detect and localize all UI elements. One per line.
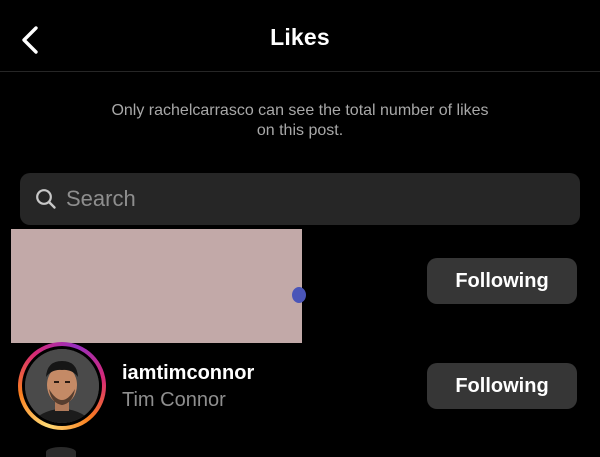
top-bar: Likes — [0, 0, 600, 72]
search-bar[interactable] — [20, 173, 580, 225]
redacted-user-info — [11, 229, 302, 343]
like-row[interactable]: Following — [0, 229, 600, 343]
search-input[interactable] — [66, 186, 546, 212]
avatar — [25, 349, 99, 423]
story-ring[interactable] — [18, 342, 106, 430]
notice-line-1: Only rachelcarrasco can see the total nu… — [111, 102, 489, 119]
avatar — [46, 447, 76, 457]
like-row[interactable]: iamtimconnor Tim Connor Following — [0, 336, 600, 436]
following-button[interactable]: Following — [427, 258, 577, 304]
avatar-edge — [292, 287, 306, 303]
full-name: Tim Connor — [122, 389, 226, 411]
search-icon — [34, 187, 58, 211]
likes-visibility-notice: Only rachelcarrasco can see the total nu… — [0, 101, 600, 141]
following-button[interactable]: Following — [427, 363, 577, 409]
username[interactable]: iamtimconnor — [122, 362, 254, 385]
notice-line-2: on this post. — [256, 122, 344, 139]
page-title: Likes — [270, 24, 330, 50]
